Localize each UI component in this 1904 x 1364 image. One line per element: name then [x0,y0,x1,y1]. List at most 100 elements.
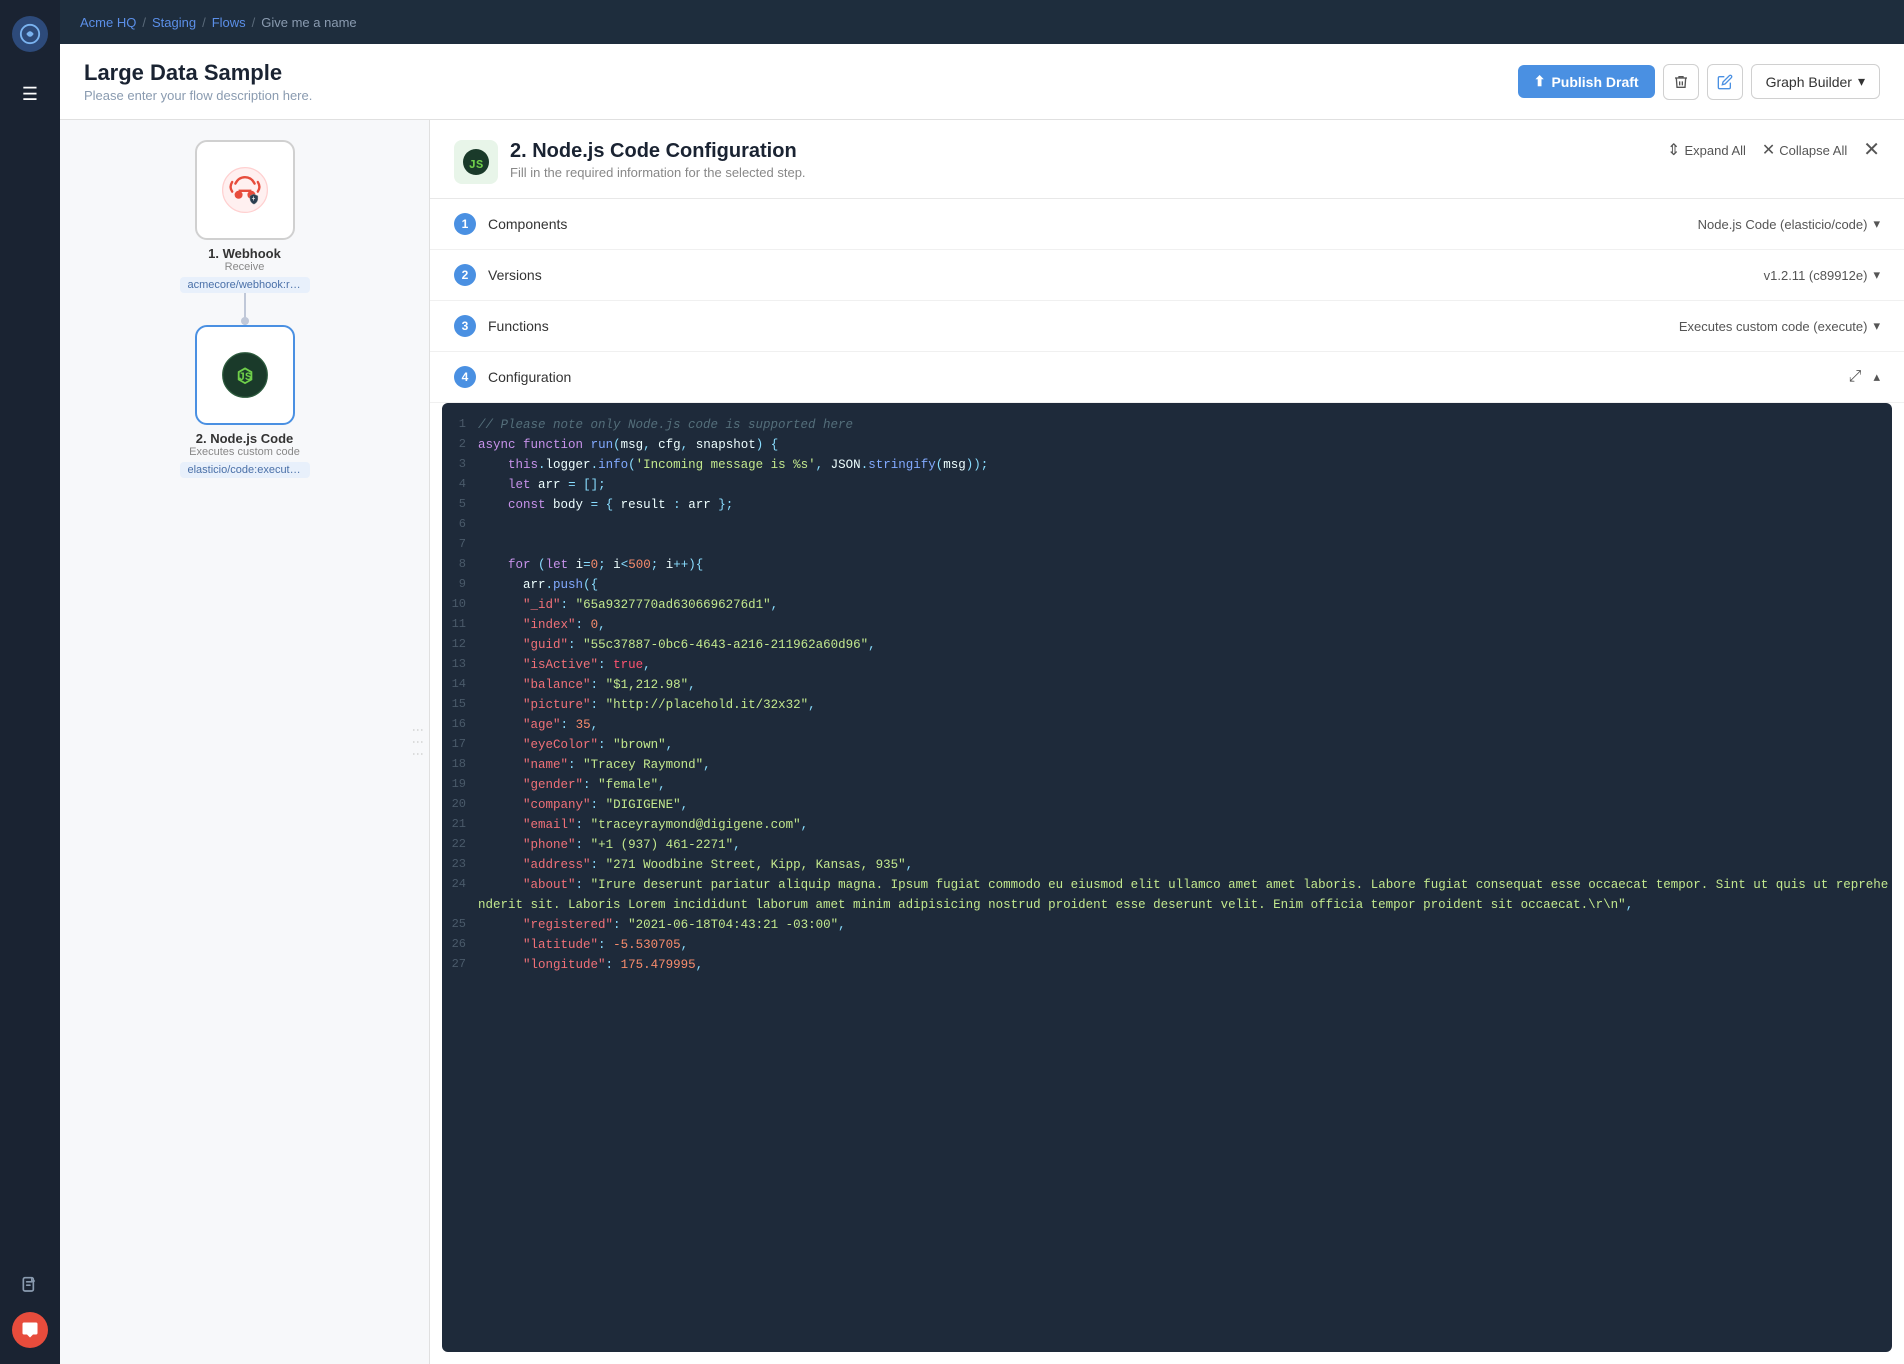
config-header: JS 2. Node.js Code Configuration Fill in… [430,120,1904,199]
close-panel-button[interactable]: ✕ [1863,140,1880,160]
code-line-6: 6 [442,515,1892,535]
code-line-27: 27 "longitude": 175.479995, [442,955,1892,975]
code-line-25: 25 "registered": "2021-06-18T04:43:21 -0… [442,915,1892,935]
top-nav: Acme HQ / Staging / Flows / Give me a na… [60,0,1904,44]
functions-chevron: ▾ [1873,318,1880,334]
header-actions: ⬆ Publish Draft [1518,64,1880,100]
main-area: Acme HQ / Staging / Flows / Give me a na… [60,0,1904,1364]
nodejs-node-card[interactable]: ⬡ JS [195,325,295,425]
menu-icon[interactable]: ☰ [12,76,48,112]
code-line-14: 14 "balance": "$1,212.98", [442,675,1892,695]
config-header-right: ⇕ Expand All ✕ Collapse All ✕ [1667,140,1880,160]
code-line-2: 2 async function run(msg, cfg, snapshot)… [442,435,1892,455]
webhook-node-badge: acmecore/webhook:recei... [180,277,310,293]
graph-builder-button[interactable]: Graph Builder ▾ [1751,64,1880,99]
breadcrumb-staging[interactable]: Staging [152,15,196,30]
webhook-node-title: 1. Webhook [208,246,281,261]
graph-builder-label: Graph Builder [1766,74,1852,90]
code-line-4: 4 let arr = []; [442,475,1892,495]
functions-value: Executes custom code (execute) ▾ [1679,318,1880,334]
code-line-10: 10 "_id": "65a9327770ad6306696276d1", [442,595,1892,615]
functions-section-left: 3 Functions [454,315,549,337]
code-editor[interactable]: 1 // Please note only Node.js code is su… [442,403,1892,1352]
code-line-13: 13 "isActive": true, [442,655,1892,675]
flow-canvas: 1. Webhook Receive acmecore/webhook:rece… [60,120,430,1364]
breadcrumb-acme[interactable]: Acme HQ [80,15,136,30]
chat-icon[interactable] [12,1312,48,1348]
code-line-11: 11 "index": 0, [442,615,1892,635]
functions-section[interactable]: 3 Functions Executes custom code (execut… [430,301,1904,352]
breadcrumb-current: Give me a name [261,15,356,30]
configuration-value: ⤢ ▴ [1849,368,1880,386]
components-section[interactable]: 1 Components Node.js Code (elasticio/cod… [430,199,1904,250]
code-line-9: 9 arr.push({ [442,575,1892,595]
configuration-section[interactable]: 4 Configuration ⤢ ▴ [430,352,1904,403]
nodejs-node-sub: Executes custom code [189,446,300,458]
page-header: Large Data Sample Please enter your flow… [60,44,1904,120]
config-header-left: JS 2. Node.js Code Configuration Fill in… [454,140,806,184]
config-sections: 1 Components Node.js Code (elasticio/cod… [430,199,1904,403]
code-line-22: 22 "phone": "+1 (937) 461-2271", [442,835,1892,855]
components-value-text: Node.js Code (elasticio/code) [1698,217,1868,232]
code-line-19: 19 "gender": "female", [442,775,1892,795]
config-node-icon: JS [454,140,498,184]
edit-button[interactable] [1707,64,1743,100]
graph-builder-chevron: ▾ [1858,73,1865,90]
code-line-15: 15 "picture": "http://placehold.it/32x32… [442,695,1892,715]
code-line-20: 20 "company": "DIGIGENE", [442,795,1892,815]
expand-all-label: Expand All [1684,143,1745,158]
versions-section[interactable]: 2 Versions v1.2.11 (c89912e) ▾ [430,250,1904,301]
drag-handle: ⋮⋮⋮ [411,724,425,760]
code-line-1: 1 // Please note only Node.js code is su… [442,415,1892,435]
section-num-4: 4 [454,366,476,388]
collapse-all-button[interactable]: ✕ Collapse All [1762,140,1847,160]
code-section: 1 // Please note only Node.js code is su… [430,403,1904,1364]
webhook-node: 1. Webhook Receive acmecore/webhook:rece… [180,140,310,293]
config-title: 2. Node.js Code Configuration [510,140,806,163]
code-line-17: 17 "eyeColor": "brown", [442,735,1892,755]
code-line-23: 23 "address": "271 Woodbine Street, Kipp… [442,855,1892,875]
section-num-3: 3 [454,315,476,337]
document-icon[interactable] [12,1268,48,1304]
connector-1 [244,293,246,325]
versions-value-text: v1.2.11 (c89912e) [1764,268,1868,283]
code-line-12: 12 "guid": "55c37887-0bc6-4643-a216-2119… [442,635,1892,655]
configuration-label: Configuration [488,369,571,385]
svg-text:JS: JS [469,158,483,172]
versions-chevron: ▾ [1873,267,1880,283]
functions-label: Functions [488,318,549,334]
code-line-21: 21 "email": "traceyraymond@digigene.com"… [442,815,1892,835]
webhook-node-sub: Receive [225,261,265,273]
expand-all-button[interactable]: ⇕ Expand All [1667,140,1746,160]
publish-draft-button[interactable]: ⬆ Publish Draft [1518,65,1655,98]
versions-value: v1.2.11 (c89912e) ▾ [1764,267,1880,283]
code-line-7: 7 [442,535,1892,555]
collapse-all-label: Collapse All [1779,143,1847,158]
expand-code-icon: ⤢ [1849,368,1862,386]
code-line-16: 16 "age": 35, [442,715,1892,735]
versions-label: Versions [488,267,542,283]
code-line-24: 24 "about": "Irure deserunt pariatur ali… [442,875,1892,915]
publish-label: Publish Draft [1551,74,1638,90]
logo[interactable] [12,16,48,52]
delete-button[interactable] [1663,64,1699,100]
section-num-1: 1 [454,213,476,235]
code-line-3: 3 this.logger.info('Incoming message is … [442,455,1892,475]
code-line-5: 5 const body = { result : arr }; [442,495,1892,515]
code-line-8: 8 for (let i=0; i<500; i++){ [442,555,1892,575]
configuration-section-left: 4 Configuration [454,366,571,388]
versions-section-left: 2 Versions [454,264,542,286]
components-label: Components [488,216,567,232]
connector-dot [241,317,249,325]
config-panel: JS 2. Node.js Code Configuration Fill in… [430,120,1904,1364]
page-title: Large Data Sample [84,60,312,86]
breadcrumb-flows[interactable]: Flows [212,15,246,30]
content-wrapper: Large Data Sample Please enter your flow… [60,44,1904,1364]
config-title-group: 2. Node.js Code Configuration Fill in th… [510,140,806,180]
nodejs-node-badge: elasticio/code:execute@... [180,462,310,478]
expand-all-icon: ⇕ [1667,140,1680,160]
breadcrumb: Acme HQ / Staging / Flows / Give me a na… [80,15,357,30]
components-section-left: 1 Components [454,213,567,235]
nodejs-node-title: 2. Node.js Code [196,431,294,446]
webhook-node-card[interactable] [195,140,295,240]
